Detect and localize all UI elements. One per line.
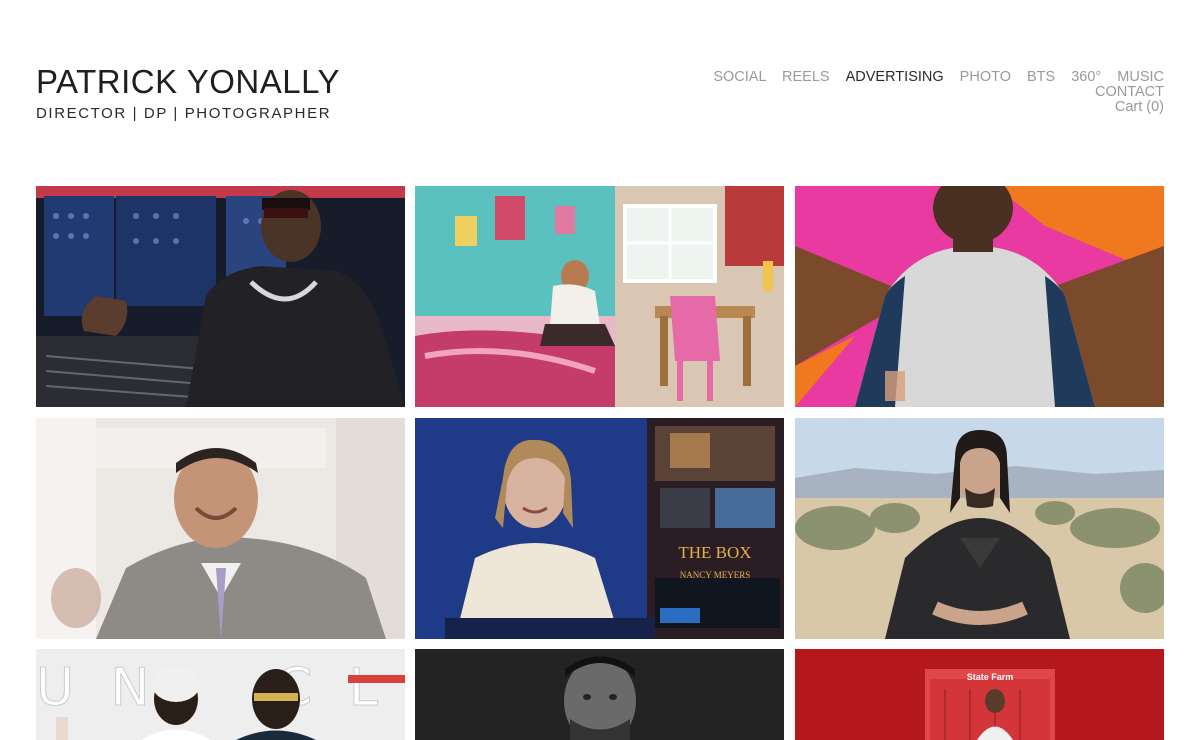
state-farm-logo: State Farm: [967, 672, 1014, 682]
nav-item-photo[interactable]: PHOTO: [960, 69, 1011, 85]
tile-thumbnail: THE BOX NANCY MEYERS: [415, 418, 784, 639]
main-nav: SOCIAL REELS ADVERTISING PHOTO BTS 360° …: [701, 70, 1164, 115]
nav-row-cart: Cart (0): [701, 100, 1164, 115]
cart-link[interactable]: Cart (0): [1115, 99, 1164, 115]
tile-thumbnail: State Farm: [795, 649, 1164, 740]
the-box-credit: NANCY MEYERS: [680, 570, 750, 580]
tile-thumbnail: [415, 649, 784, 740]
tile-thumbnail: [795, 186, 1164, 407]
nav-item-bts[interactable]: BTS: [1027, 69, 1055, 85]
video-tile-office-man[interactable]: [36, 418, 405, 639]
nav-item-contact[interactable]: CONTACT: [1095, 84, 1164, 100]
video-tile-the-box[interactable]: THE BOX NANCY MEYERS: [415, 418, 784, 639]
video-tile-studio-producer[interactable]: [36, 186, 405, 407]
the-box-title: THE BOX: [678, 543, 751, 562]
video-tile-un-cla[interactable]: U N C L A: [36, 649, 405, 740]
tile-thumbnail: [415, 186, 784, 407]
video-tile-desert[interactable]: [795, 418, 1164, 639]
site-title[interactable]: PATRICK YONALLY: [36, 62, 340, 102]
video-tile-bw-portrait[interactable]: [415, 649, 784, 740]
nav-row-contact: CONTACT: [701, 85, 1164, 100]
site-header: PATRICK YONALLY DIRECTOR | DP | PHOTOGRA…: [36, 62, 1164, 132]
nav-item-social[interactable]: SOCIAL: [713, 69, 766, 85]
nav-item-360[interactable]: 360°: [1071, 69, 1101, 85]
nav-item-music[interactable]: MUSIC: [1117, 69, 1164, 85]
tile-thumbnail: [36, 186, 405, 407]
tile-thumbnail: [795, 418, 1164, 639]
nav-item-reels[interactable]: REELS: [782, 69, 830, 85]
video-tile-raglan-shirt[interactable]: [795, 186, 1164, 407]
video-tile-bedroom[interactable]: [415, 186, 784, 407]
site-tagline: DIRECTOR | DP | PHOTOGRAPHER: [36, 105, 332, 122]
tile-thumbnail: U N C L A: [36, 649, 405, 740]
un-text: U N: [36, 658, 160, 718]
nav-item-advertising[interactable]: ADVERTISING: [846, 69, 944, 85]
nav-row-primary: SOCIAL REELS ADVERTISING PHOTO BTS 360° …: [701, 70, 1164, 85]
tile-thumbnail: [36, 418, 405, 639]
video-tile-state-farm[interactable]: State Farm: [795, 649, 1164, 740]
